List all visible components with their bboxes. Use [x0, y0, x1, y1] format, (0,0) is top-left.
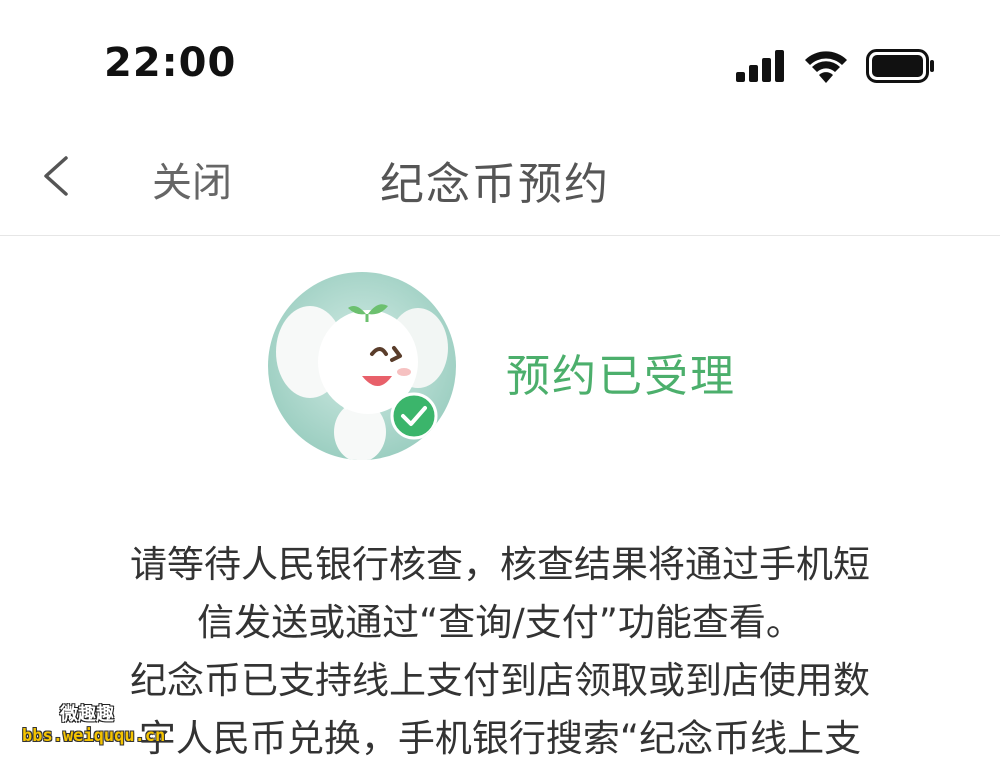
- status-icons: [736, 46, 936, 86]
- result-area: 预约已受理 请等待人民银行核查，核查结果将通过手机短 信发送或通过“查询/支付”…: [0, 236, 1000, 762]
- wifi-icon: [805, 51, 847, 83]
- watermark-title: 微趣趣: [60, 704, 114, 725]
- message-line: 请等待人民银行核查，核查结果将通过手机短: [130, 543, 870, 586]
- status-bar: 22:00: [0, 0, 1000, 120]
- elephant-mascot-icon: [268, 272, 456, 460]
- reservation-status: 预约已受理: [506, 351, 736, 402]
- close-button[interactable]: 关闭: [152, 150, 232, 208]
- battery-icon: [866, 49, 934, 83]
- page-title: 纪念币预约: [380, 159, 610, 210]
- watermark-url: bbs.weiququ.cn: [22, 726, 166, 746]
- chevron-left-icon[interactable]: [36, 152, 76, 200]
- nav-bar: 关闭 纪念币预约: [0, 120, 1000, 236]
- cellular-signal-icon: [736, 50, 784, 82]
- watermark: 微趣趣 bbs.weiququ.cn: [22, 700, 202, 756]
- message-line: 信发送或通过“查询/支付”功能查看。: [197, 601, 803, 644]
- status-time: 22:00: [104, 40, 237, 86]
